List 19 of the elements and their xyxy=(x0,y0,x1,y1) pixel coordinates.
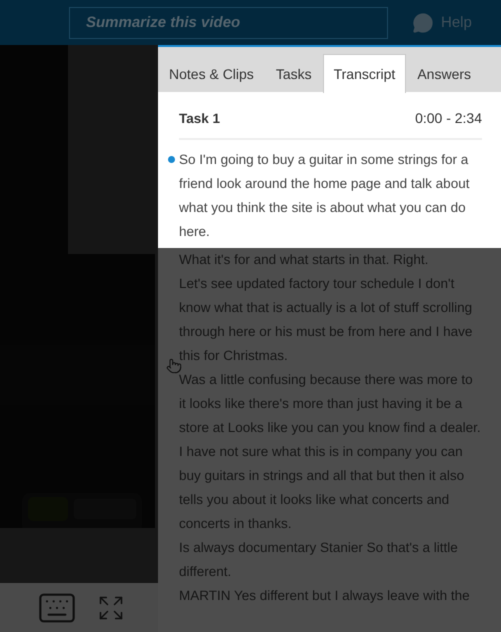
summary-field[interactable]: Summarize this video xyxy=(69,6,388,38)
tab[interactable]: Tasks xyxy=(264,54,323,93)
tab[interactable]: Answers xyxy=(406,54,482,93)
transcript-paragraph[interactable]: So I'm going to buy a guitar in some strings for a friend look around the home page and talk about what you think the site is about what you can do here. xyxy=(168,148,482,244)
transcript-paragraph[interactable]: Let's see updated factory tour schedule I don't know what that is actually is a lot of stuff scrolling through here or his must be from here and I have this for Christmas. xyxy=(168,272,482,368)
transcript-paragraph[interactable]: Was a little confusing because there was more to it looks like there's more than just having it be a store at Looks like you can you know find a dealer. xyxy=(168,368,482,440)
task-time: 0:00 - 2:34 xyxy=(415,110,482,126)
tab[interactable]: Notes & Clips xyxy=(158,54,265,93)
transcript-paragraph[interactable]: I have not sure what this is in company you can buy guitars in strings and all that but then it also tells you about it looks like what concerts and concerts in thanks. xyxy=(168,440,482,536)
fullscreen-button[interactable] xyxy=(97,594,125,622)
transcript-paragraph[interactable]: MARTIN Yes different but I always leave with the xyxy=(168,584,482,608)
chat-icon xyxy=(412,12,434,34)
tab[interactable]: Transcript xyxy=(322,54,406,93)
transcript-paragraph[interactable]: Is always documentary Stanier So that's a little different. xyxy=(168,536,482,584)
expand-icon xyxy=(97,594,125,622)
transcript-paragraph[interactable]: What it's for and what starts in that. Right. xyxy=(168,248,482,272)
task-title: Task 1 xyxy=(179,110,220,126)
current-dot xyxy=(168,156,175,163)
help-link[interactable]: Help xyxy=(412,12,472,34)
